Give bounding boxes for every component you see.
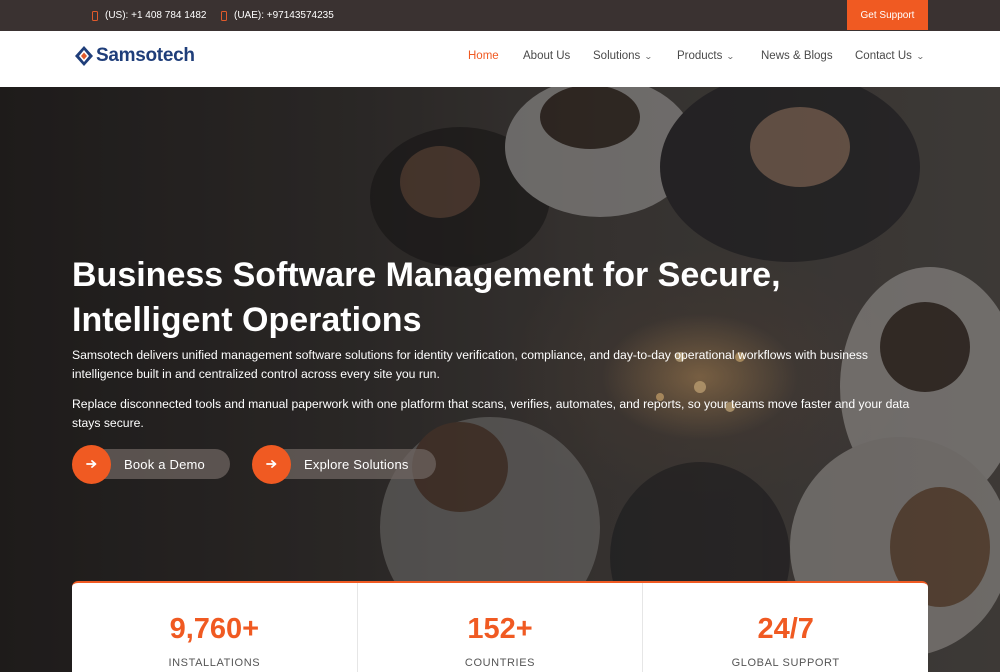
nav-solutions[interactable]: Solutions ⌄ xyxy=(593,50,654,62)
nav-about-label: About Us xyxy=(523,50,571,62)
chevron-down-icon: ⌄ xyxy=(726,51,736,61)
brand-name: Samsotech xyxy=(96,45,195,66)
stats-card: 9,760+ INSTALLATIONS 152+ COUNTRIES 24/7… xyxy=(72,581,928,672)
nav-home[interactable]: Home xyxy=(468,50,499,62)
book-demo-label: Book a Demo xyxy=(124,456,205,472)
stat-countries: 152+ COUNTRIES xyxy=(356,583,643,672)
book-demo-button[interactable]: Book a Demo xyxy=(72,444,230,484)
chevron-down-icon: ⌄ xyxy=(915,51,925,61)
stat-support: 24/7 GLOBAL SUPPORT xyxy=(642,583,928,672)
nav-solutions-label: Solutions xyxy=(593,50,641,62)
hero-title: Business Software Management for Secure,… xyxy=(72,256,781,339)
nav-about[interactable]: About Us xyxy=(523,50,570,62)
stat-value: 9,760+ xyxy=(169,613,260,645)
explore-solutions-button[interactable]: Explore Solutions xyxy=(252,444,436,484)
stat-label: COUNTRIES xyxy=(464,657,536,669)
hero-description-1: Samsotech delivers unified management so… xyxy=(72,348,868,381)
explore-solutions-label: Explore Solutions xyxy=(304,456,409,472)
stat-value: 24/7 xyxy=(757,613,814,645)
us-phone-text: (US): +1 408 784 1482 xyxy=(105,10,207,21)
us-phone-contact[interactable]: (US): +1 408 784 1482 xyxy=(92,0,206,31)
nav-contact[interactable]: Contact Us ⌄ xyxy=(855,50,925,62)
nav-products-label: Products xyxy=(677,50,723,62)
logo[interactable]: Samsotech xyxy=(74,45,195,67)
uae-phone-contact[interactable]: (UAE): +97143574235 xyxy=(221,0,334,31)
arrow-right-icon xyxy=(72,444,111,484)
nav-products[interactable]: Products ⌄ xyxy=(677,50,736,62)
get-support-button[interactable]: Get Support xyxy=(847,0,928,30)
stat-label: GLOBAL SUPPORT xyxy=(731,657,840,669)
stat-installations: 9,760+ INSTALLATIONS xyxy=(72,583,357,672)
top-bar: (US): +1 408 784 1482 (UAE): +9714357423… xyxy=(0,0,1000,31)
hero-description-2: Replace disconnected tools and manual pa… xyxy=(72,397,910,430)
logo-mark-icon xyxy=(75,46,93,66)
arrow-right-icon xyxy=(252,444,291,484)
chevron-down-icon: ⌄ xyxy=(644,51,654,61)
nav-home-label: Home xyxy=(468,50,499,62)
uae-phone-text: (UAE): +97143574235 xyxy=(234,10,334,21)
stat-label: INSTALLATIONS xyxy=(168,657,261,669)
nav-news-label: News & Blogs xyxy=(761,50,833,62)
phone-icon xyxy=(221,10,227,21)
nav-news[interactable]: News & Blogs xyxy=(761,50,833,62)
nav-contact-label: Contact Us xyxy=(855,50,912,62)
stat-value: 152+ xyxy=(467,613,533,645)
phone-icon xyxy=(92,10,98,21)
site-header: Samsotech Home About Us Solutions ⌄ Prod… xyxy=(0,31,1000,87)
